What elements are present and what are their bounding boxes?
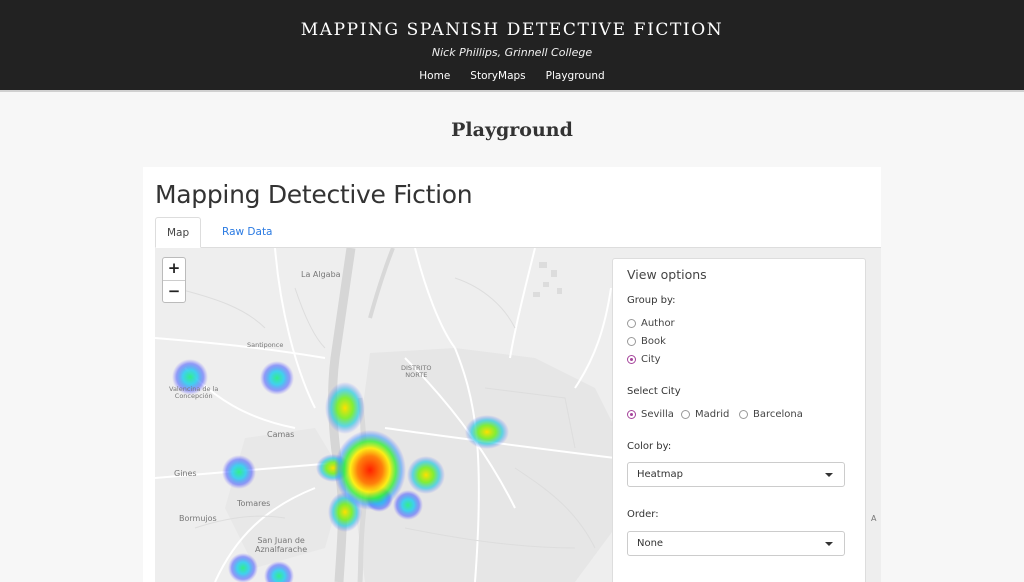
site-title: MAPPING SPANISH DETECTIVE FICTION	[300, 20, 724, 40]
color-by-value: Heatmap	[637, 469, 683, 480]
card-title: Mapping Detective Fiction	[155, 180, 473, 209]
select-city-label: Select City	[627, 386, 681, 397]
order-value: None	[637, 538, 664, 549]
chevron-down-icon	[825, 542, 833, 546]
map-label-edge: A	[871, 514, 877, 523]
radio-city-label: City	[641, 354, 661, 365]
site-nav: Home StoryMaps Playground	[0, 70, 1024, 82]
map-label-camas: Camas	[267, 430, 295, 439]
group-by-label: Group by:	[627, 295, 676, 306]
radio-madrid-indicator[interactable]	[681, 410, 690, 419]
nav-storymaps-link[interactable]: StoryMaps	[470, 70, 525, 82]
order-label: Order:	[627, 509, 659, 520]
radio-barcelona-label: Barcelona	[753, 409, 803, 420]
radio-group-book[interactable]: Book	[627, 336, 666, 347]
zoom-in-button[interactable]: +	[163, 258, 185, 280]
zoom-control: + −	[162, 257, 186, 303]
radio-city-barcelona[interactable]: Barcelona	[739, 409, 803, 420]
map-label-la-algaba: La Algaba	[301, 270, 341, 279]
radio-group-author[interactable]: Author	[627, 318, 675, 329]
content-card: Mapping Detective Fiction Map Raw Data L…	[143, 167, 881, 582]
order-select[interactable]: None	[627, 531, 845, 556]
color-by-label: Color by:	[627, 441, 672, 452]
radio-author-label: Author	[641, 318, 675, 329]
zoom-out-button[interactable]: −	[163, 280, 185, 302]
chevron-down-icon	[825, 473, 833, 477]
site-header: MAPPING SPANISH DETECTIVE FICTION Nick P…	[0, 0, 1024, 92]
radio-city-sevilla[interactable]: Sevilla	[627, 409, 674, 420]
radio-city-indicator[interactable]	[627, 355, 636, 364]
radio-group-city[interactable]: City	[627, 354, 661, 365]
map-label-valencina: Valencina de la Concepción	[169, 385, 219, 400]
map-label-tomares: Tomares	[237, 499, 271, 508]
map-view[interactable]: La Algaba Santiponce DISTRITO NORTE Vale…	[155, 248, 881, 582]
page-heading: Playground	[451, 119, 573, 141]
color-by-select[interactable]: Heatmap	[627, 462, 845, 487]
map-label-santiponce: Santiponce	[247, 341, 284, 349]
tab-map[interactable]: Map	[155, 217, 202, 248]
view-options-panel: View options Group by: Author Book City …	[612, 258, 866, 582]
map-label-bormujos: Bormujos	[179, 514, 217, 523]
radio-book-indicator[interactable]	[627, 337, 636, 346]
nav-home-link[interactable]: Home	[419, 70, 450, 82]
tab-bar: Map Raw Data	[155, 217, 881, 248]
radio-sevilla-label: Sevilla	[641, 409, 674, 420]
radio-barcelona-indicator[interactable]	[739, 410, 748, 419]
map-label-san-juan: San Juan de Aznalfarache	[255, 536, 308, 554]
radio-book-label: Book	[641, 336, 666, 347]
view-options-title: View options	[627, 267, 707, 282]
tab-raw-data[interactable]: Raw Data	[211, 217, 284, 248]
site-subtitle: Nick Phillips, Grinnell College	[431, 46, 593, 59]
radio-sevilla-indicator[interactable]	[627, 410, 636, 419]
map-label-gines: Gines	[174, 469, 197, 478]
radio-madrid-label: Madrid	[695, 409, 730, 420]
radio-city-madrid[interactable]: Madrid	[681, 409, 729, 420]
radio-author-indicator[interactable]	[627, 319, 636, 328]
map-label-distrito-norte: DISTRITO NORTE	[401, 364, 432, 379]
nav-playground-link[interactable]: Playground	[546, 70, 605, 82]
